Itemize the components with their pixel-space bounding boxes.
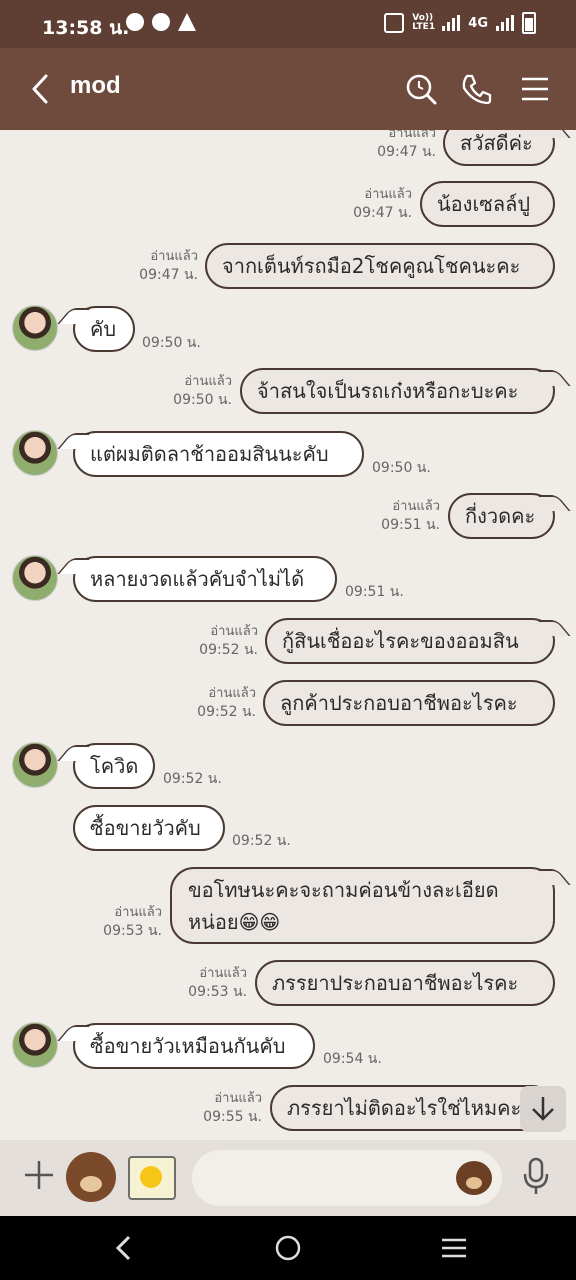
read-receipt: อ่านแล้ว	[364, 187, 412, 202]
chat-area[interactable]: สวัสดีค่ะ อ่านแล้ว 09:47 น. น้องเซลล์ปู …	[0, 130, 576, 1140]
phone-icon[interactable]	[460, 72, 494, 106]
chat-header: mod	[0, 48, 576, 130]
signal-icon-2	[496, 15, 514, 31]
message-time: 09:53 น.	[188, 984, 247, 1000]
plus-icon[interactable]	[22, 1158, 56, 1192]
message-bubble-outgoing[interactable]: ภรรยาไม่ติดอะไรใช่ไหมคะ	[270, 1085, 555, 1131]
message-bubble-incoming[interactable]: หลายงวดแล้วคับจำไม่ได้	[73, 556, 337, 602]
message-meta: อ่านแล้ว 09:47 น.	[352, 130, 436, 162]
message-bubble-outgoing[interactable]: จากเต็นท์รถมือ2โชคคูณโชคนะคะ	[205, 243, 555, 289]
status-bar: 13:58 น. Vo)) LTE1 4G	[0, 0, 576, 48]
signal-icon	[442, 15, 461, 31]
read-receipt: อ่านแล้ว	[388, 130, 436, 141]
avatar[interactable]	[12, 555, 58, 601]
message-time: 09:51 น.	[381, 517, 440, 533]
message-time: 09:50 น.	[173, 392, 232, 408]
menu-icon[interactable]	[518, 72, 552, 106]
message-bubble-outgoing[interactable]: กู้สินเชื่ออะไรคะของออมสิน	[265, 618, 555, 664]
message-composer	[0, 1140, 576, 1216]
sticker-button[interactable]	[66, 1152, 116, 1202]
message-time: 09:55 น.	[203, 1109, 262, 1125]
message-bubble-incoming[interactable]: ซื้อขายวัวคับ	[73, 805, 225, 851]
read-receipt: อ่านแล้ว	[199, 966, 247, 981]
message-bubble-outgoing[interactable]: สวัสดีค่ะ	[443, 130, 555, 166]
avatar[interactable]	[12, 742, 58, 788]
message-bubble-outgoing[interactable]: กี่งวดคะ	[448, 493, 555, 539]
avatar[interactable]	[12, 305, 58, 351]
photo-button[interactable]	[128, 1156, 176, 1200]
message-meta: อ่านแล้ว 09:52 น.	[176, 622, 258, 660]
avatar[interactable]	[12, 1022, 58, 1068]
nav-recents-icon[interactable]	[440, 1234, 468, 1262]
line-app-icon	[152, 13, 170, 31]
message-bubble-outgoing[interactable]: น้องเซลล์ปู	[420, 181, 555, 227]
read-receipt: อ่านแล้ว	[392, 499, 440, 514]
message-meta: อ่านแล้ว 09:47 น.	[116, 247, 198, 285]
nav-back-icon[interactable]	[112, 1234, 136, 1262]
read-receipt: อ่านแล้ว	[208, 686, 256, 701]
read-receipt: อ่านแล้ว	[184, 374, 232, 389]
avatar[interactable]	[12, 430, 58, 476]
status-time: 13:58 น.	[42, 17, 130, 39]
read-receipt: อ่านแล้ว	[214, 1091, 262, 1106]
search-icon[interactable]	[404, 72, 438, 106]
message-time: 09:47 น.	[377, 144, 436, 160]
message-meta: อ่านแล้ว 09:55 น.	[180, 1089, 262, 1127]
message-time: 09:47 น.	[353, 205, 412, 221]
message-time: 09:51 น.	[345, 584, 404, 600]
message-bubble-outgoing[interactable]: ลูกค้าประกอบอาชีพอะไรคะ	[263, 680, 555, 726]
message-time: 09:52 น.	[199, 642, 258, 658]
message-meta: อ่านแล้ว 09:53 น.	[78, 903, 162, 941]
read-receipt: อ่านแล้ว	[114, 905, 162, 920]
message-bubble-outgoing[interactable]: ขอโทษนะคะจะถามค่อนข้างละเอียดหน่อย😁😁	[170, 867, 555, 944]
message-bubble-incoming[interactable]: แต่ผมติดลาช้าออมสินนะคับ	[73, 431, 364, 477]
notification-icons	[126, 13, 196, 31]
arrow-down-icon	[532, 1097, 554, 1121]
message-bubble-incoming[interactable]: ซื้อขายวัวเหมือนกันคับ	[73, 1023, 315, 1069]
network-label: 4G	[468, 15, 488, 31]
message-meta: อ่านแล้ว 09:52 น.	[174, 684, 256, 722]
message-bubble-incoming[interactable]: โควิด	[73, 743, 155, 789]
microphone-icon[interactable]	[520, 1156, 552, 1196]
message-bubble-incoming[interactable]: คับ	[73, 306, 135, 352]
status-right: Vo)) LTE1 4G	[384, 12, 536, 34]
battery-icon	[522, 12, 536, 34]
message-bubble-outgoing[interactable]: ภรรยาประกอบอาชีพอะไรคะ	[255, 960, 555, 1006]
message-meta: อ่านแล้ว 09:47 น.	[330, 185, 412, 223]
read-receipt: อ่านแล้ว	[210, 624, 258, 639]
emoji-icon[interactable]	[456, 1161, 492, 1195]
message-meta: อ่านแล้ว 09:50 น.	[150, 372, 232, 410]
message-time: 09:52 น.	[197, 704, 256, 720]
message-meta: อ่านแล้ว 09:53 น.	[165, 964, 247, 1002]
message-icon	[126, 13, 144, 31]
message-time: 09:50 น.	[372, 460, 431, 476]
message-time: 09:52 น.	[163, 771, 222, 787]
message-time: 09:47 น.	[139, 267, 198, 283]
back-arrow-icon[interactable]	[26, 72, 56, 106]
message-time: 09:50 น.	[142, 335, 201, 351]
message-time: 09:52 น.	[232, 833, 291, 849]
vibrate-icon	[384, 13, 405, 33]
message-time: 09:53 น.	[103, 923, 162, 939]
message-time: 09:54 น.	[323, 1051, 382, 1067]
message-meta: อ่านแล้ว 09:51 น.	[358, 497, 440, 535]
chat-title: mod	[70, 72, 121, 99]
nav-home-icon[interactable]	[274, 1234, 302, 1262]
message-bubble-outgoing[interactable]: จ้าสนใจเป็นรถเก๋งหรือกะบะคะ	[240, 368, 555, 414]
system-nav-bar	[0, 1216, 576, 1280]
warning-icon	[178, 13, 196, 31]
scroll-to-bottom-button[interactable]	[520, 1086, 566, 1132]
volte-label: Vo)) LTE1	[412, 13, 436, 32]
read-receipt: อ่านแล้ว	[150, 249, 198, 264]
